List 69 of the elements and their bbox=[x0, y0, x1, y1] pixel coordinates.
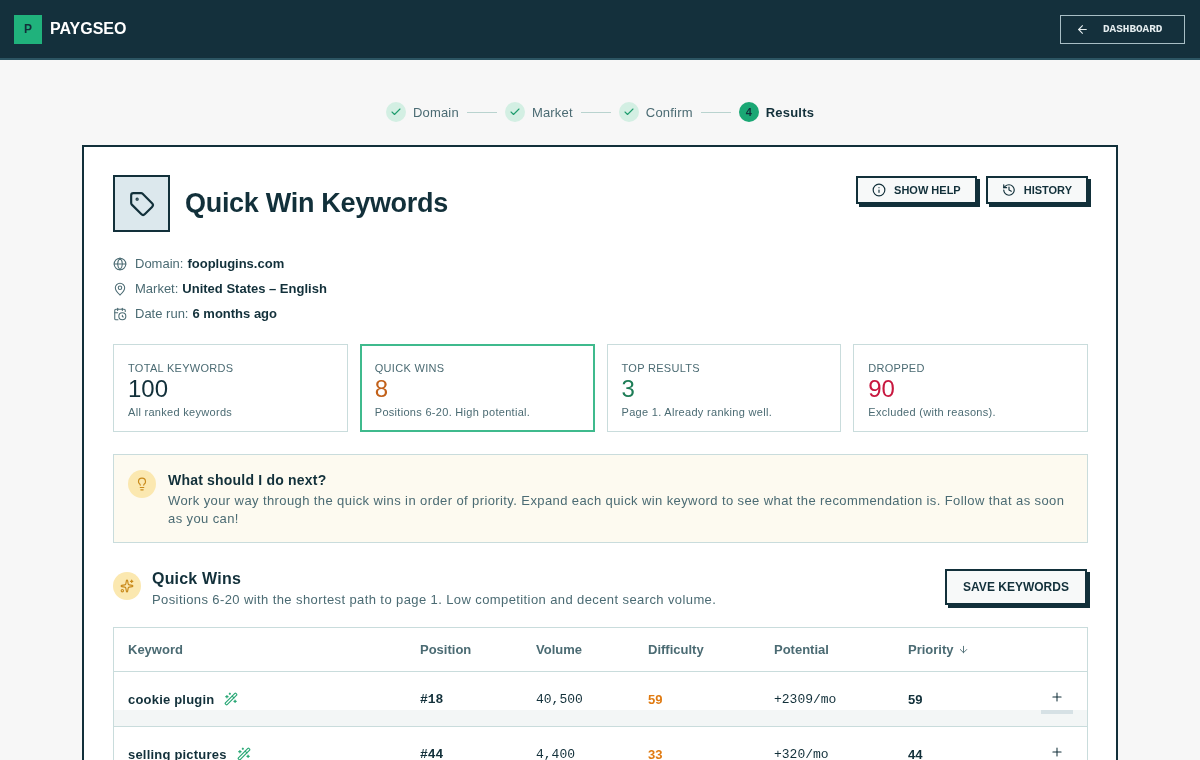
stat-label: QUICK WINS bbox=[374, 362, 446, 374]
step-label[interactable]: Domain bbox=[412, 104, 459, 120]
tip-title: What should I do next? bbox=[168, 471, 328, 490]
step-label[interactable]: Results bbox=[765, 104, 815, 120]
meta-label: Date run: bbox=[135, 306, 189, 321]
stat-label: DROPPED bbox=[868, 362, 926, 374]
stat-value: 100 bbox=[128, 377, 170, 401]
map-pin-icon bbox=[113, 281, 127, 296]
stat-note: Excluded (with reasons). bbox=[868, 405, 997, 419]
stat-card[interactable]: TOP RESULTS 3 Page 1. Already ranking well. bbox=[606, 344, 842, 432]
stat-value: 90 bbox=[868, 377, 896, 401]
stat-card[interactable]: DROPPED 90 Excluded (with reasons). bbox=[853, 344, 1088, 432]
meta-value: fooplugins.com bbox=[187, 256, 285, 271]
stat-label: TOTAL KEYWORDS bbox=[128, 362, 235, 374]
step-label[interactable]: Confirm bbox=[645, 104, 693, 120]
volume-cell: 4,400 bbox=[536, 746, 575, 760]
sort-down-icon bbox=[957, 644, 969, 655]
save-keywords-button[interactable]: SAVE KEYWORDS bbox=[945, 569, 1087, 605]
priority-cell: 44 bbox=[908, 746, 923, 760]
stat-label: TOP RESULTS bbox=[621, 362, 701, 374]
logo-mark: P bbox=[14, 14, 42, 44]
arrow-left-icon bbox=[1076, 22, 1089, 36]
brand-name: PAYGSEO bbox=[50, 20, 127, 38]
toolbar-button[interactable]: SHOW HELP bbox=[856, 176, 977, 204]
meta-label: Domain: bbox=[135, 256, 184, 271]
stat-card[interactable]: QUICK WINS 8 Positions 6-20. High potential. bbox=[359, 344, 595, 432]
lightbulb-icon bbox=[128, 470, 156, 498]
step-label[interactable]: Market bbox=[531, 104, 573, 120]
stat-card[interactable]: TOTAL KEYWORDS 100 All ranked keywords bbox=[113, 344, 348, 432]
globe-icon bbox=[113, 256, 127, 271]
stat-note: All ranked keywords bbox=[128, 405, 234, 419]
toolbar-button[interactable]: HISTORY bbox=[985, 176, 1088, 204]
dashboard-button[interactable]: DASHBOARD bbox=[1060, 14, 1185, 44]
step-number: 4 bbox=[738, 102, 759, 122]
sparkle-icon bbox=[113, 572, 141, 600]
magic-wand-icon bbox=[236, 747, 251, 760]
stat-value: 8 bbox=[374, 377, 390, 401]
priority-cell: 59 bbox=[908, 691, 923, 707]
page-title: Quick Win Keywords bbox=[185, 188, 448, 219]
column-header[interactable]: Keyword bbox=[128, 642, 183, 657]
difficulty-cell: 59 bbox=[648, 691, 663, 707]
position-cell: #18 bbox=[420, 691, 444, 707]
column-header[interactable]: Difficulty bbox=[648, 642, 704, 657]
column-header[interactable]: Priority bbox=[908, 642, 969, 657]
keyword-cell: cookie plugin bbox=[128, 691, 215, 707]
calendar-clock-icon bbox=[113, 306, 127, 321]
section-title: Quick Wins bbox=[152, 569, 242, 589]
plus-icon bbox=[1050, 690, 1064, 704]
potential-cell: +2309/mo bbox=[774, 691, 837, 707]
column-header[interactable]: Potential bbox=[774, 642, 829, 657]
info-icon bbox=[872, 183, 887, 197]
stat-value: 3 bbox=[621, 377, 636, 401]
plus-icon bbox=[1050, 745, 1064, 759]
magic-wand-icon bbox=[224, 692, 239, 706]
column-header[interactable]: Volume bbox=[536, 642, 582, 657]
meta-value: 6 months ago bbox=[192, 306, 277, 321]
difficulty-cell: 33 bbox=[648, 746, 663, 760]
volume-cell: 40,500 bbox=[536, 691, 583, 707]
potential-cell: +320/mo bbox=[774, 746, 829, 760]
section-subtitle: Positions 6-20 with the shortest path to page 1. Low competition and decent search volume. bbox=[152, 591, 717, 609]
tag-icon bbox=[113, 175, 170, 232]
stat-note: Page 1. Already ranking well. bbox=[621, 405, 774, 419]
column-header[interactable]: Position bbox=[420, 642, 472, 657]
tip-text: Work your way through the quick wins in order of priority. Expand each quick win keyword to see what the recommendation is. Follow that as soon as you can! bbox=[168, 492, 1065, 528]
position-cell: #44 bbox=[420, 746, 444, 760]
meta-label: Market: bbox=[135, 281, 179, 296]
stat-note: Positions 6-20. High potential. bbox=[374, 405, 532, 419]
history-icon bbox=[1001, 183, 1016, 197]
meta-value: United States – English bbox=[182, 281, 327, 296]
